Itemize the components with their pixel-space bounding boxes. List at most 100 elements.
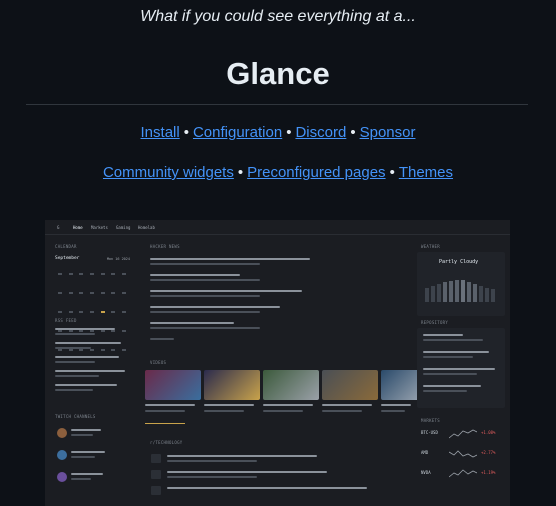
preview-market-sparkline (449, 450, 477, 458)
preview-text-line (71, 451, 105, 453)
preview-text-line (55, 384, 117, 386)
preview-text-line (263, 410, 303, 412)
preview-text-line (322, 404, 372, 406)
preview-text-line (150, 338, 174, 340)
preview-text-line (150, 327, 260, 329)
preview-calendar-day (98, 308, 109, 317)
preview-text-line (423, 334, 463, 336)
dashboard-preview-image: G Home Markets Gaming Homelab CALENDAR S… (45, 220, 510, 506)
preview-text-line (423, 368, 495, 370)
preview-reddit-title: r/TECHNOLOGY (150, 440, 183, 445)
preview-calendar-day (98, 346, 109, 355)
preview-calendar-title: CALENDAR (55, 244, 77, 249)
preview-text-line (71, 478, 91, 480)
preview-text-line (423, 351, 489, 353)
themes-link[interactable]: Themes (399, 164, 453, 181)
preview-calendar-grid (55, 264, 130, 359)
preview-calendar-day (119, 346, 130, 355)
sponsor-link[interactable]: Sponsor (360, 124, 416, 141)
preview-text-line (150, 263, 260, 265)
preview-hn-title: HACKER NEWS (150, 244, 180, 249)
preview-text-line (145, 410, 185, 412)
preview-nav-gaming: Gaming (116, 225, 131, 230)
separator: • (389, 164, 395, 181)
preview-text-line (381, 410, 405, 412)
configuration-link[interactable]: Configuration (193, 124, 282, 141)
preview-text-line (55, 370, 125, 372)
preview-market-symbol: AMD (421, 450, 429, 455)
preview-next: Mon 16 2024 (106, 257, 130, 261)
preview-market-sparkline (449, 469, 477, 478)
preview-text-line (381, 404, 411, 406)
preview-calendar: September Mon 16 2024 (55, 252, 130, 351)
preview-text-line (55, 347, 91, 349)
preview-text-line (423, 339, 483, 341)
preview-calendar-day (66, 289, 77, 298)
preview-calendar-day (87, 270, 98, 279)
preview-rss-title: RSS FEED (55, 318, 77, 323)
preview-nav-homelab: Homelab (138, 225, 155, 230)
preview-text-line (204, 410, 244, 412)
preview-text-line (150, 322, 234, 324)
preview-text-line (55, 389, 93, 391)
preview-calendar-day (119, 289, 130, 298)
tagline: What if you could see everything at a... (140, 8, 416, 25)
preview-text-line (167, 476, 257, 478)
preview-tab-indicator (145, 423, 185, 424)
preview-text-line (55, 356, 119, 358)
preview-calendar-day (108, 289, 119, 298)
preview-avatar (57, 472, 67, 482)
preview-calendar-day (119, 327, 130, 336)
preview-text-line (423, 385, 481, 387)
separator: • (286, 124, 292, 141)
preview-market-symbol: BTC-USD (421, 430, 438, 435)
preview-text-line (423, 356, 473, 358)
preview-calendar-day (98, 270, 109, 279)
preview-market-symbol: NVDA (421, 470, 431, 475)
separator: • (183, 124, 189, 141)
community-widgets-link[interactable]: Community widgets (103, 164, 234, 181)
preview-video-thumbnail (204, 370, 260, 400)
preconfigured-pages-link[interactable]: Preconfigured pages (247, 164, 385, 181)
preview-post-icon (151, 486, 161, 495)
preview-calendar-day (119, 270, 130, 279)
divider (26, 104, 528, 105)
preview-calendar-day (76, 308, 87, 317)
preview-text-line (263, 404, 313, 406)
preview-markets-title: MARKETS (421, 418, 440, 423)
preview-calendar-day (108, 308, 119, 317)
install-link[interactable]: Install (141, 124, 180, 141)
preview-month: September (55, 256, 80, 261)
preview-text-line (55, 361, 95, 363)
preview-market-sparkline (449, 429, 477, 439)
preview-text-line (71, 429, 101, 431)
preview-text-line (167, 471, 327, 473)
preview-market-change: +1.19% (481, 470, 496, 475)
preview-post-icon (151, 470, 161, 479)
preview-text-line (71, 456, 95, 458)
preview-text-line (71, 434, 93, 436)
preview-calendar-day (108, 270, 119, 279)
preview-text-line (150, 306, 280, 308)
preview-calendar-day (87, 308, 98, 317)
preview-avatar (57, 450, 67, 460)
preview-calendar-day (76, 270, 87, 279)
preview-text-line (150, 295, 260, 297)
preview-text-line (55, 375, 99, 377)
preview-text-line (150, 311, 260, 313)
preview-calendar-day (55, 308, 66, 317)
preview-calendar-day (98, 289, 109, 298)
links-row-primary: Install • Configuration • Discord • Sponsor (0, 124, 556, 141)
preview-twitch-title: TWITCH CHANNELS (55, 414, 96, 419)
preview-text-line (150, 258, 310, 260)
preview-text-line (204, 404, 254, 406)
separator: • (237, 164, 244, 181)
preview-text-line (145, 404, 195, 406)
discord-link[interactable]: Discord (295, 124, 346, 141)
preview-video-thumbnail (263, 370, 319, 400)
preview-text-line (423, 373, 477, 375)
preview-text-line (167, 460, 257, 462)
preview-avatar (57, 428, 67, 438)
preview-text-line (150, 290, 302, 292)
preview-videos-title: VIDEOS (150, 360, 167, 365)
